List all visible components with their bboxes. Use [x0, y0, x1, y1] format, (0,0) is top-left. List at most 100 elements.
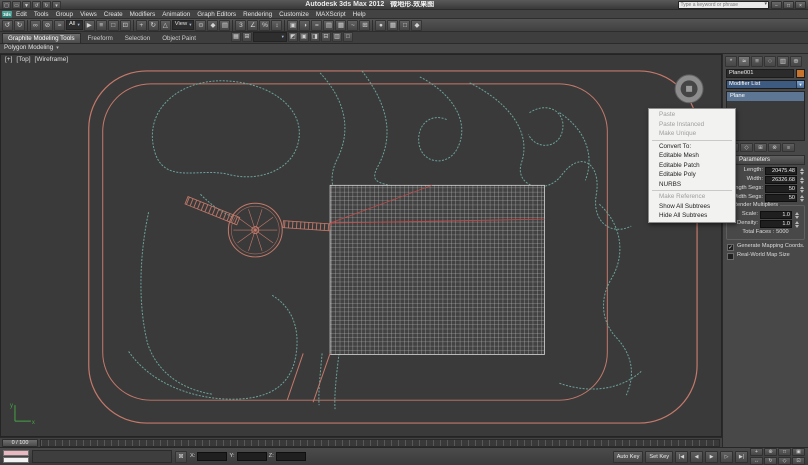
zoom-icon[interactable]: +	[750, 448, 763, 456]
configure-modifier-sets-icon[interactable]: ≡	[782, 143, 795, 152]
menu-create[interactable]: Create	[101, 10, 126, 19]
spinner-snap-icon[interactable]: ↕	[271, 19, 283, 31]
menu-modifiers[interactable]: Modifiers	[127, 10, 159, 19]
new-file-icon[interactable]: ▢	[2, 0, 11, 9]
open-file-icon[interactable]: ▭	[12, 0, 21, 9]
time-slider-handle[interactable]: 0 / 100	[2, 438, 38, 447]
workspace-dropdown-icon[interactable]: ▾	[52, 0, 61, 9]
named-selection-sets-icon[interactable]: ▣	[287, 19, 299, 31]
viewport-top[interactable]: [+] [Top] [Wireframe] y x	[0, 54, 722, 437]
keyboard-override-icon[interactable]: ▤	[219, 19, 231, 31]
orbit-icon[interactable]: ↻	[764, 457, 777, 465]
zoom-all-icon[interactable]: ⊕	[764, 448, 777, 456]
context-menu-item-hide-all-subtrees[interactable]: Hide All Subtrees	[649, 211, 735, 221]
create-tab-icon[interactable]: *	[725, 56, 737, 67]
tab-selection[interactable]: Selection	[120, 34, 155, 43]
undo-icon[interactable]: ↺	[2, 19, 13, 31]
redo-icon[interactable]: ↻	[14, 19, 25, 31]
previous-frame-button[interactable]: ◀	[690, 450, 703, 463]
context-menu-item-show-all-subtrees[interactable]: Show All Subtrees	[649, 202, 735, 212]
menu-animation[interactable]: Animation	[159, 10, 193, 19]
stack-item-plane[interactable]: Plane	[727, 92, 804, 101]
unlink-selection-icon[interactable]: ⊘	[42, 19, 53, 31]
select-and-scale-icon[interactable]: △	[159, 19, 171, 31]
viewport-menu-shading[interactable]: [Wireframe]	[35, 56, 69, 64]
viewport-menu-view[interactable]: [Top]	[16, 56, 30, 64]
maximize-viewport-toggle-icon[interactable]: ⊡	[792, 457, 805, 465]
close-button[interactable]: ×	[795, 0, 806, 9]
motion-tab-icon[interactable]: ○	[764, 56, 776, 67]
menu-edit[interactable]: Edit	[13, 10, 30, 19]
render-production-icon[interactable]: ◆	[411, 19, 423, 31]
menu-views[interactable]: Views	[77, 10, 100, 19]
go-to-end-button[interactable]: ▶|	[735, 450, 748, 463]
context-menu-item-editable-mesh[interactable]: Editable Mesh	[649, 151, 735, 161]
object-color-swatch[interactable]	[796, 69, 805, 78]
x-coordinate-field[interactable]	[197, 452, 228, 461]
layer-manager-icon[interactable]: ▤	[323, 19, 335, 31]
scale-field[interactable]: 1.0	[760, 211, 792, 219]
ribbon-dropdown[interactable]: ▾	[252, 32, 287, 42]
menu-tools[interactable]: Tools	[31, 10, 52, 19]
tab-freeform[interactable]: Freeform	[83, 34, 118, 43]
time-slider-track[interactable]	[40, 438, 720, 447]
length-spinner[interactable]	[799, 167, 805, 175]
search-input[interactable]	[680, 1, 765, 8]
reference-coordinate-dropdown[interactable]: View ▾	[171, 20, 195, 30]
mirror-icon[interactable]: ◑	[299, 19, 311, 31]
steering-wheel-icon[interactable]	[674, 74, 704, 104]
select-object-icon[interactable]: ▶	[83, 19, 95, 31]
selection-filter-dropdown[interactable]: All ▾	[66, 20, 83, 30]
width-spinner[interactable]	[799, 176, 805, 184]
ribbon-tool-icon[interactable]: ⊟	[320, 32, 331, 42]
hierarchy-tab-icon[interactable]: ≡	[751, 56, 763, 67]
save-file-icon[interactable]: ▼	[22, 0, 31, 9]
density-field[interactable]: 1.0	[760, 220, 792, 228]
generate-mapping-coords-checkbox[interactable]: ✓	[727, 243, 734, 251]
utilities-tab-icon[interactable]: ⊕	[790, 56, 802, 67]
align-icon[interactable]: =	[311, 19, 323, 31]
select-and-link-icon[interactable]: ∞	[30, 19, 41, 31]
ribbon-tool-icon[interactable]: □	[342, 32, 353, 42]
make-unique-icon[interactable]: ⊞	[754, 143, 767, 152]
pan-icon[interactable]: ↔	[750, 457, 763, 465]
tab-graphite-modeling-tools[interactable]: Graphite Modeling Tools	[2, 32, 81, 43]
menu-group[interactable]: Group	[53, 10, 77, 19]
graphite-ribbon-toggle-icon[interactable]: ▦	[335, 19, 347, 31]
rendered-frame-window-icon[interactable]: □	[399, 19, 411, 31]
material-editor-icon[interactable]: ●	[375, 19, 387, 31]
use-pivot-center-icon[interactable]: ⊙	[195, 19, 207, 31]
chevron-down-icon[interactable]: ▼	[796, 81, 804, 88]
tab-object-paint[interactable]: Object Paint	[157, 34, 201, 43]
width-field[interactable]: 26326.68	[765, 176, 797, 184]
ribbon-tool-icon[interactable]: ◨	[309, 32, 320, 42]
context-menu-item-nurbs[interactable]: NURBS	[649, 180, 735, 190]
menu-customize[interactable]: Customize	[276, 10, 312, 19]
next-frame-button[interactable]: ▷	[720, 450, 733, 463]
menu-graph-editors[interactable]: Graph Editors	[194, 10, 239, 19]
select-and-move-icon[interactable]: +	[135, 19, 147, 31]
zoom-region-icon[interactable]: ▣	[792, 448, 805, 456]
maximize-button[interactable]: □	[783, 0, 794, 9]
curve-editor-icon[interactable]: ~	[347, 19, 359, 31]
menu-rendering[interactable]: Rendering	[240, 10, 275, 19]
angle-snap-icon[interactable]: ∠	[247, 19, 259, 31]
modifier-stack[interactable]: Plane	[726, 91, 805, 141]
density-spinner[interactable]	[794, 220, 800, 228]
show-end-result-icon[interactable]: ◇	[740, 143, 753, 152]
scale-spinner[interactable]	[794, 211, 800, 219]
rectangular-selection-region-icon[interactable]: □	[107, 19, 119, 31]
menu-maxscript[interactable]: MAXScript	[313, 10, 349, 19]
viewport-menu-general[interactable]: [+]	[5, 56, 12, 64]
minimize-button[interactable]: −	[771, 0, 782, 9]
y-coordinate-field[interactable]	[236, 452, 267, 461]
maxscript-mini-listener[interactable]	[3, 450, 29, 463]
ribbon-tool-icon[interactable]: ▦	[230, 32, 241, 42]
length-segs-field[interactable]: 50	[765, 185, 797, 193]
modify-tab-icon[interactable]: ≈	[738, 56, 750, 67]
remove-modifier-icon[interactable]: ⊗	[768, 143, 781, 152]
ribbon-tool-icon[interactable]: ◩	[287, 32, 298, 42]
parameters-rollout-header[interactable]: − Parameters	[726, 155, 805, 165]
render-setup-icon[interactable]: ▦	[387, 19, 399, 31]
polygon-modeling-strip[interactable]: Polygon Modeling ▾	[0, 44, 808, 54]
